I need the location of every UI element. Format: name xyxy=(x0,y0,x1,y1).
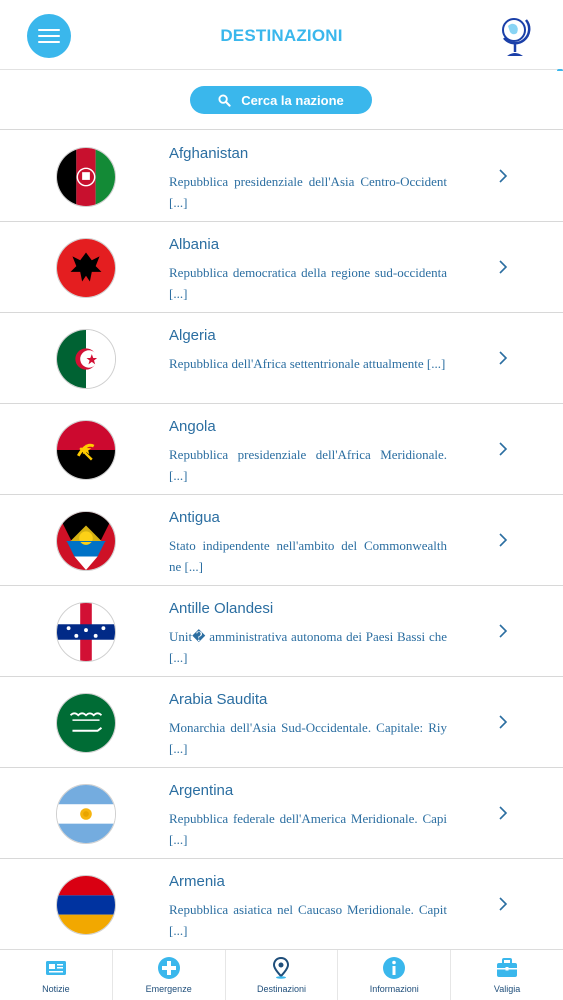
country-name: Angola xyxy=(169,418,216,435)
country-description: Repubblica asiatica nel Caucaso Meridion… xyxy=(169,902,447,938)
chevron-right-icon xyxy=(499,624,508,638)
chevron-right-icon xyxy=(499,715,508,729)
chevron-right-icon xyxy=(499,533,508,547)
list-item[interactable]: Argentina Repubblica federale dell'Ameri… xyxy=(0,768,563,859)
country-description: Repubblica federale dell'America Meridio… xyxy=(169,811,447,847)
info-icon xyxy=(383,957,406,979)
tab-label: Emergenze xyxy=(145,984,192,994)
suitcase-icon xyxy=(497,958,518,977)
chevron-right-icon xyxy=(499,169,508,183)
search-bar: Cerca la nazione xyxy=(0,71,563,130)
antigua-flag-icon xyxy=(56,511,116,571)
tab-label: Valigia xyxy=(493,984,521,994)
chevron-right-icon xyxy=(499,806,508,820)
chevron-right-icon xyxy=(499,897,508,911)
tab-informazioni[interactable]: Informazioni xyxy=(338,950,452,1000)
country-description: Stato indipendente nell'ambito del Commo… xyxy=(169,538,447,574)
country-name: Armenia xyxy=(169,873,225,890)
bottom-tab-bar: Notizie Emergenze Destinazioni Informazi… xyxy=(0,949,563,1000)
news-icon xyxy=(45,961,66,975)
country-name: Antigua xyxy=(169,509,220,526)
country-name: Arabia Saudita xyxy=(169,691,268,708)
country-description: Repubblica democratica della regione sud… xyxy=(169,265,447,301)
search-country-button[interactable]: Cerca la nazione xyxy=(190,86,372,114)
country-name: Argentina xyxy=(169,782,234,799)
country-description: Monarchia dell'Asia Sud-Occidentale. Cap… xyxy=(169,720,447,756)
list-item[interactable]: Antille Olandesi Unit� amministrativa au… xyxy=(0,586,563,677)
list-item[interactable]: Afghanistan Repubblica presidenziale del… xyxy=(0,131,563,222)
country-description: Unit� amministrativa autonoma dei Paesi … xyxy=(169,629,447,665)
afghanistan-flag-icon xyxy=(56,147,116,207)
country-description: Repubblica presidenziale dell'Asia Centr… xyxy=(169,174,447,210)
algeria-flag-icon xyxy=(56,329,116,389)
country-description: Repubblica presidenziale dell'Africa Mer… xyxy=(169,447,447,483)
country-name: Antille Olandesi xyxy=(169,600,274,617)
chevron-right-icon xyxy=(499,442,508,456)
globe-icon xyxy=(502,18,531,56)
list-item[interactable]: Albania Repubblica democratica della reg… xyxy=(0,222,563,313)
country-name: Albania xyxy=(169,236,220,253)
plus-circle-icon xyxy=(157,957,180,979)
tab-emergenze[interactable]: Emergenze xyxy=(113,950,226,1000)
netherlands-antilles-flag-icon xyxy=(56,602,116,662)
globe-button[interactable] xyxy=(498,12,532,62)
argentina-flag-icon xyxy=(56,784,116,844)
tab-label: Destinazioni xyxy=(256,984,306,994)
country-description: Repubblica dell'Africa settentrionale at… xyxy=(169,356,446,371)
list-item[interactable]: Angola Repubblica presidenziale dell'Afr… xyxy=(0,404,563,495)
saudi-arabia-flag-icon xyxy=(56,693,116,753)
tab-notizie[interactable]: Notizie xyxy=(0,950,113,1000)
country-name: Algeria xyxy=(169,327,216,344)
page-title: DESTINAZIONI xyxy=(220,26,343,45)
app-header: DESTINAZIONI xyxy=(0,0,563,70)
map-pin-icon xyxy=(273,956,290,979)
list-item[interactable]: Armenia Repubblica asiatica nel Caucaso … xyxy=(0,859,563,949)
list-item[interactable]: Arabia Saudita Monarchia dell'Asia Sud-O… xyxy=(0,677,563,768)
albania-flag-icon xyxy=(56,238,116,298)
list-item[interactable]: Antigua Stato indipendente nell'ambito d… xyxy=(0,495,563,586)
search-icon xyxy=(218,93,231,107)
tab-destinazioni[interactable]: Destinazioni xyxy=(226,950,339,1000)
tab-valigia[interactable]: Valigia xyxy=(451,950,563,1000)
tab-label: Notizie xyxy=(42,984,70,994)
armenia-flag-icon xyxy=(56,875,116,935)
chevron-right-icon xyxy=(499,351,508,365)
angola-flag-icon xyxy=(56,420,116,480)
country-name: Afghanistan xyxy=(169,145,249,162)
tab-label: Informazioni xyxy=(369,984,419,994)
chevron-right-icon xyxy=(499,260,508,274)
country-list[interactable]: Afghanistan Repubblica presidenziale del… xyxy=(0,131,563,949)
list-item[interactable]: Algeria Repubblica dell'Africa settentri… xyxy=(0,313,563,404)
search-label: Cerca la nazione xyxy=(241,92,344,108)
